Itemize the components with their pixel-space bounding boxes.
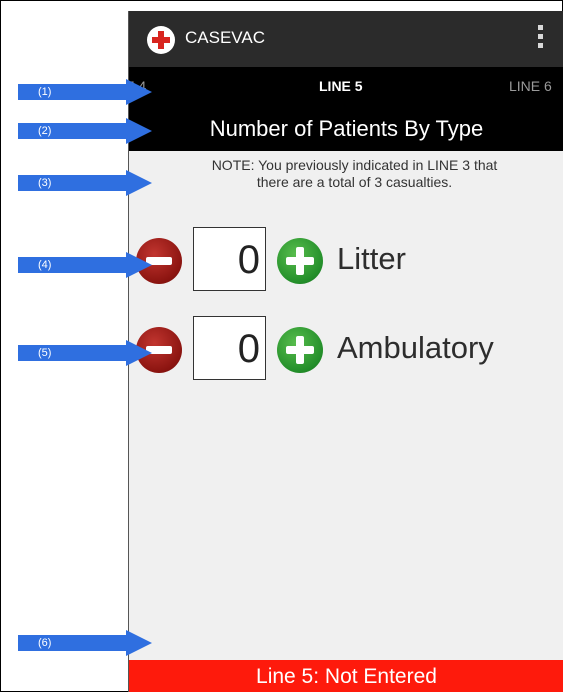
callout-label-5: (5) [38, 347, 52, 359]
ambulatory-label: Ambulatory [337, 330, 494, 365]
note-text: NOTE: You previously indicated in LINE 3… [129, 157, 563, 191]
litter-counter: 0 Litter [129, 227, 563, 291]
callout-label-3: (3) [38, 177, 52, 189]
ambulatory-counter: 0 Ambulatory [129, 316, 563, 380]
app-title: CASEVAC [185, 28, 265, 47]
page-title: Number of Patients By Type [129, 107, 563, 151]
litter-plus-button[interactable] [277, 238, 323, 284]
callout-label-4: (4) [38, 259, 52, 271]
callout-arrow-6: (6) [18, 630, 152, 656]
callout-label-2: (2) [38, 125, 52, 137]
line-tabs: NE 4 LINE 5 LINE 6 [129, 67, 563, 107]
action-bar: CASEVAC [129, 11, 563, 67]
callout-arrow-2: (2) [18, 118, 152, 144]
overflow-menu-icon[interactable] [538, 25, 544, 53]
litter-value-field[interactable]: 0 [193, 227, 266, 291]
callout-arrow-1: (1) [18, 79, 152, 105]
note-line-2: there are a total of 3 casualties. [256, 174, 453, 190]
litter-label: Litter [337, 241, 406, 276]
tab-line-5[interactable]: LINE 5 [319, 78, 363, 94]
note-line-1: NOTE: You previously indicated in LINE 3… [211, 157, 498, 173]
callout-arrow-3: (3) [18, 170, 152, 196]
ambulatory-value-field[interactable]: 0 [193, 316, 266, 380]
callout-label-1: (1) [38, 86, 52, 98]
callout-arrow-4: (4) [18, 252, 152, 278]
ambulatory-plus-button[interactable] [277, 327, 323, 373]
status-bar: Line 5: Not Entered [129, 660, 563, 692]
red-cross-icon [147, 26, 175, 54]
phone-screen: CASEVAC NE 4 LINE 5 LINE 6 Number of Pat… [128, 11, 563, 692]
callout-label-6: (6) [38, 637, 52, 649]
callout-arrow-5: (5) [18, 340, 152, 366]
tab-line-6[interactable]: LINE 6 [509, 78, 552, 94]
